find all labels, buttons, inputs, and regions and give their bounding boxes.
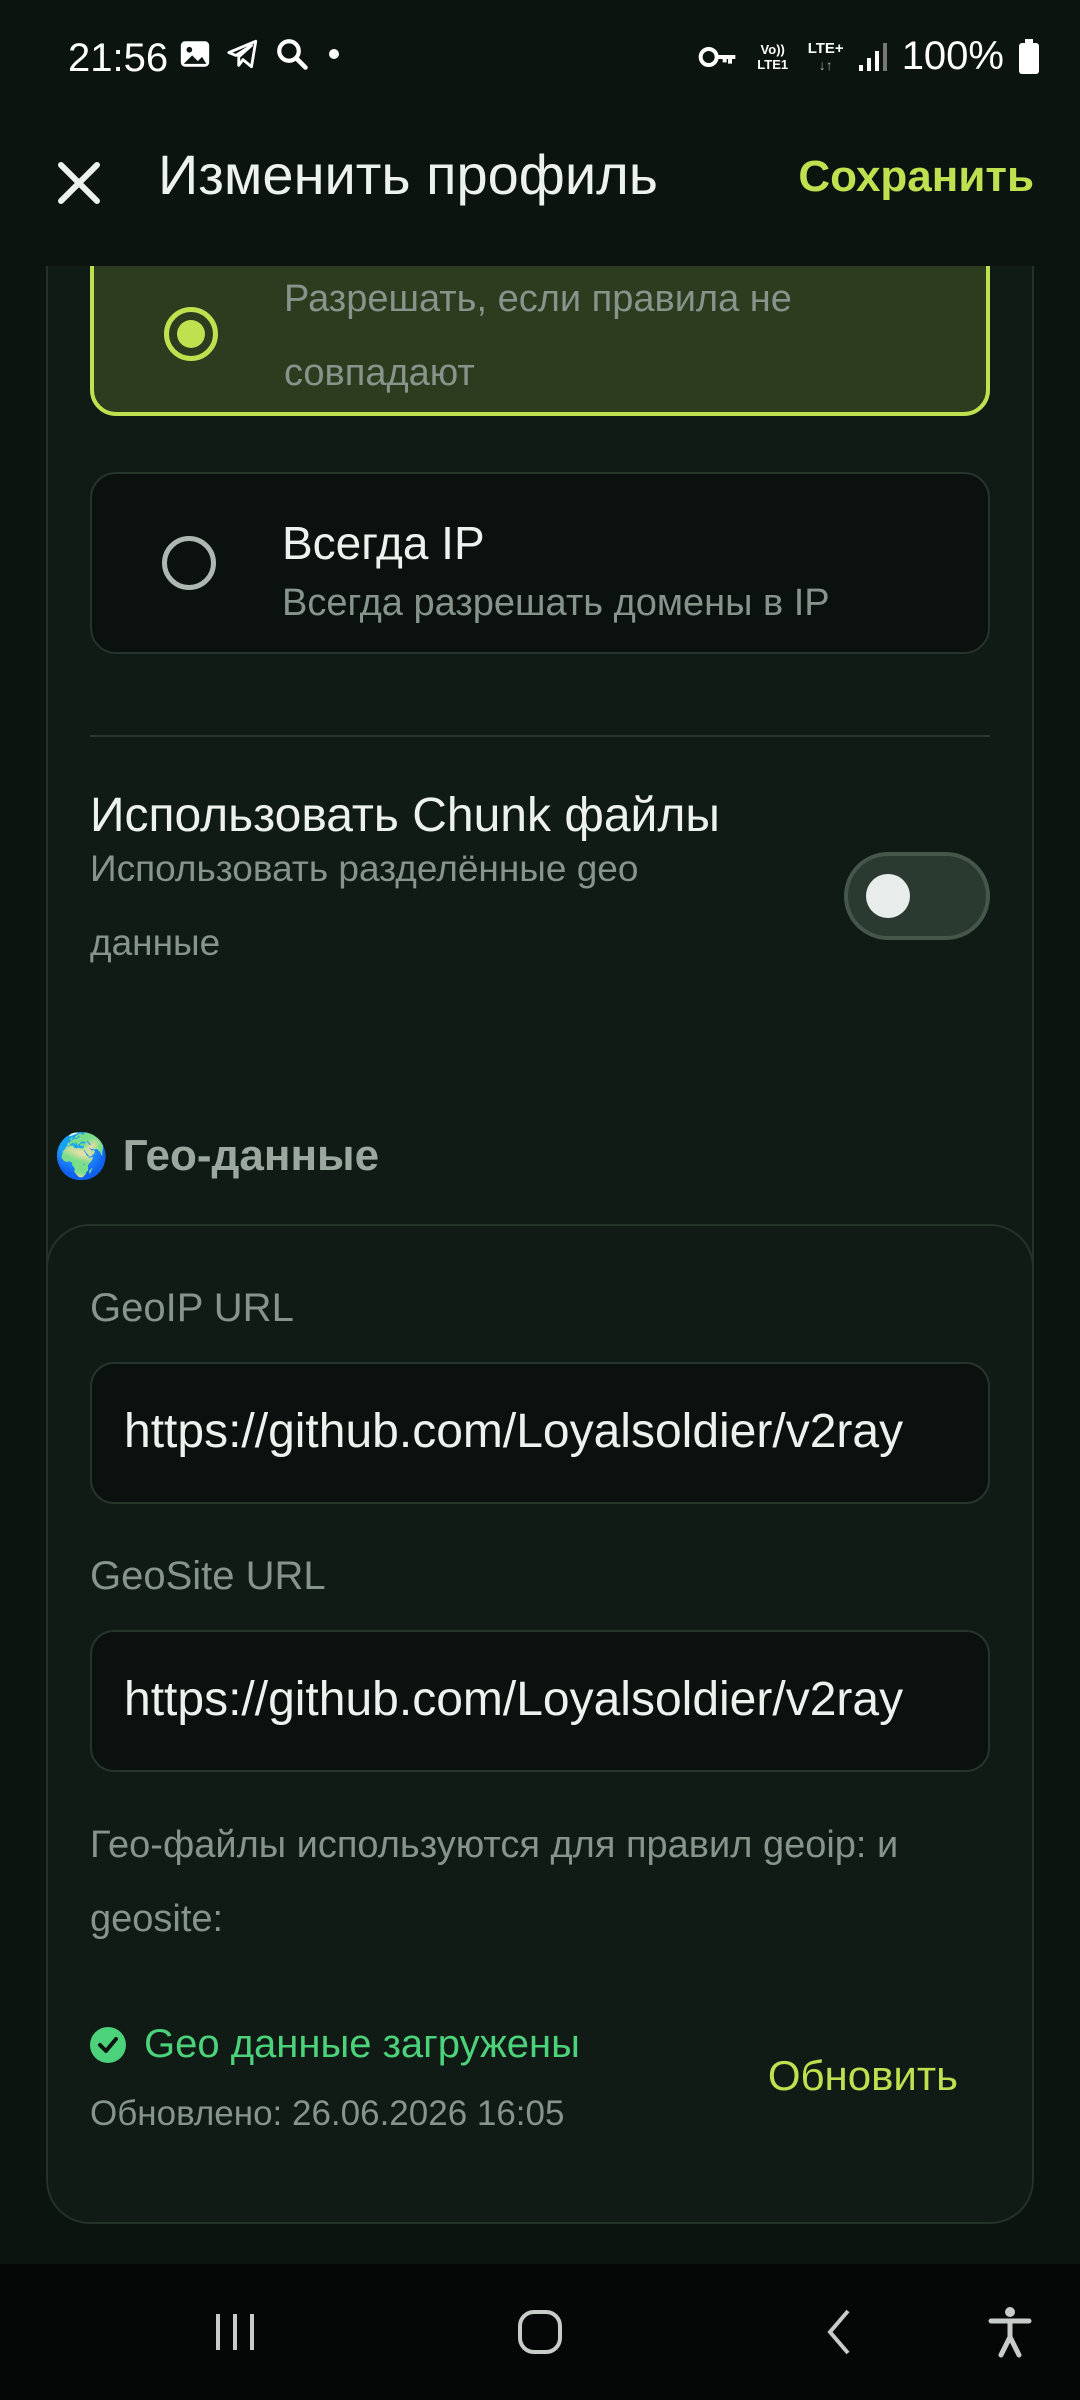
lte-indicator: LTE+ ↓↑ <box>807 39 844 73</box>
divider <box>90 735 990 737</box>
gallery-icon <box>180 41 210 67</box>
update-button[interactable]: Обновить <box>768 2052 958 2100</box>
option-subtitle: Всегда разрешать домены в IP <box>282 582 830 624</box>
dns-option-always-ip[interactable]: Всегда IP Всегда разрешать домены в IP <box>90 472 990 654</box>
check-circle-icon <box>90 2026 126 2063</box>
close-icon <box>58 162 100 204</box>
accessibility-icon <box>988 2307 1032 2358</box>
status-time: 21:56 <box>68 36 169 80</box>
geo-files-note: Гео-файлы используются для правил geoip:… <box>90 1824 899 1940</box>
geoip-url-label: GeoIP URL <box>90 1286 294 1330</box>
radio-selected-icon[interactable] <box>164 307 218 361</box>
geosite-url-label: GeoSite URL <box>90 1554 326 1598</box>
toggle-knob <box>866 874 910 918</box>
battery-percent: 100% <box>901 34 1004 78</box>
back-button[interactable] <box>800 2264 880 2400</box>
geoip-url-value: https://github.com/Loyalsoldier/v2ray <box>124 1405 904 1458</box>
scroll-content[interactable]: Разрешать, если правила не совпадают Все… <box>0 266 1080 2264</box>
vpn-key-icon <box>698 46 736 67</box>
globe-icon: 🌍 <box>54 1132 109 1181</box>
search-icon <box>277 39 308 70</box>
radio-unselected-icon[interactable] <box>162 536 216 590</box>
dns-option-if-no-match[interactable]: Разрешать, если правила не совпадают <box>90 266 990 416</box>
chunk-files-toggle[interactable] <box>844 852 990 940</box>
notification-icons <box>178 36 346 72</box>
accessibility-button[interactable] <box>970 2264 1050 2400</box>
network-indicator: Vo)) LTE1 <box>752 42 794 72</box>
status-bar: 21:56 Vo)) LTE1 LTE+ ↓↑ 100% <box>0 0 1080 118</box>
chunk-files-subtitle: Использовать разделённые geo данные <box>90 848 639 963</box>
option-subtitle: Разрешать, если правила не совпадают <box>284 278 792 394</box>
geo-status: Geo данные загружены <box>90 2022 580 2067</box>
dot-icon <box>329 49 339 59</box>
save-button[interactable]: Сохранить <box>798 152 1034 202</box>
option-title: Всегда IP <box>282 517 485 569</box>
back-icon <box>827 2309 850 2355</box>
system-indicators: Vo)) LTE1 LTE+ ↓↑ 100% <box>698 34 1040 79</box>
app-bar: Изменить профиль Сохранить <box>0 118 1080 266</box>
battery-icon <box>1019 38 1039 74</box>
close-button[interactable] <box>44 148 114 218</box>
home-icon <box>518 2310 562 2354</box>
home-button[interactable] <box>490 2264 590 2400</box>
signal-icon <box>858 42 887 71</box>
network-label: Vo)) LTE1 <box>757 41 789 72</box>
recent-apps-icon <box>216 2314 254 2350</box>
page-title: Изменить профиль <box>158 143 658 206</box>
geo-status-text: Geo данные загружены <box>144 2022 580 2066</box>
system-navigation-bar <box>0 2264 1080 2400</box>
lte-label: LTE+ <box>807 39 844 57</box>
recent-apps-button[interactable] <box>190 2264 280 2400</box>
telegram-icon <box>227 39 258 69</box>
geoip-url-field[interactable]: https://github.com/Loyalsoldier/v2ray <box>90 1362 990 1504</box>
geo-section-heading: 🌍 Гео-данные <box>54 1130 379 1182</box>
geo-updated-time: Обновлено: 26.06.2026 16:05 <box>90 2094 565 2133</box>
geo-section-title: Гео-данные <box>122 1131 380 1180</box>
geosite-url-value: https://github.com/Loyalsoldier/v2ray <box>124 1673 904 1726</box>
geosite-url-field[interactable]: https://github.com/Loyalsoldier/v2ray <box>90 1630 990 1772</box>
